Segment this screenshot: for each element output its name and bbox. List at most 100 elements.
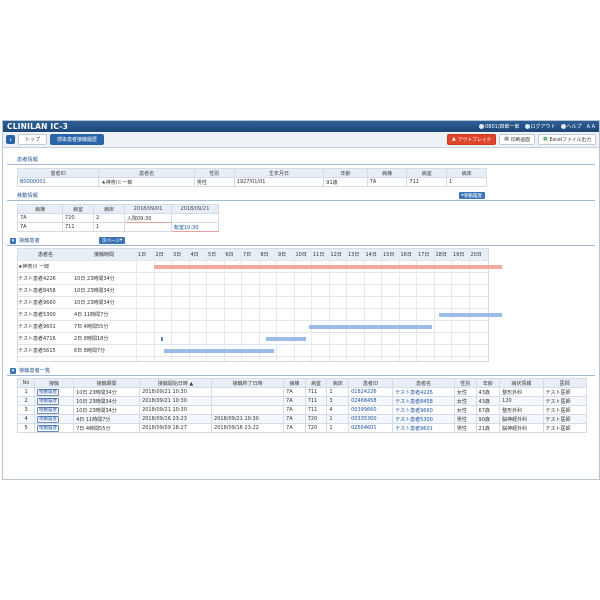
contact-history-button[interactable]: 接触履歴 bbox=[37, 397, 60, 405]
list-history-cell: 接触履歴 bbox=[34, 387, 75, 397]
move-bed: 2 bbox=[93, 213, 125, 223]
list-start: 2018/09/21 10:30 bbox=[139, 405, 213, 415]
breadcrumb-top[interactable]: トップ bbox=[18, 134, 48, 145]
gantt-duration: 2日 8時間18分 bbox=[74, 336, 109, 342]
gantt-patient-name: テスト患者9660 bbox=[18, 300, 56, 306]
next-page-button[interactable]: 次ページ ▾ bbox=[99, 237, 126, 244]
list-room: 711 bbox=[304, 396, 328, 406]
list-row[interactable]: 5 接触履歴 7日 4時間55分 2018/09/09 18:27 2018/09/16… bbox=[16, 423, 588, 433]
list-condition: 脳神経外科 bbox=[499, 423, 544, 433]
gantt-day-label: 14日 bbox=[365, 252, 377, 258]
list-bed: 1 bbox=[326, 414, 350, 424]
list-patient-name[interactable]: テスト患者5300 bbox=[392, 414, 455, 424]
gantt-bar[interactable] bbox=[265, 337, 306, 341]
gantt-day-label: 19日 bbox=[453, 252, 465, 258]
gantt-day-label: 18日 bbox=[435, 252, 447, 258]
title-bar: CLINILAN IC-3 0801/四郎一郎 ログアウト ヘルプ A A bbox=[3, 121, 599, 132]
excel-export-button[interactable]: ▦ Excelファイル出力 bbox=[537, 134, 596, 145]
list-duration: 10日 23時間34分 bbox=[73, 387, 141, 397]
gantt-day-label: 7日 bbox=[243, 252, 252, 258]
patient-id[interactable]: B0000001 bbox=[16, 177, 100, 187]
collapse-icon[interactable]: ▾ bbox=[10, 237, 16, 244]
patient-row: B0000001 ★神奈川 一郎 男性 1927/01/01 91歳 7A 71… bbox=[16, 177, 487, 187]
list-patient-name[interactable]: テスト患者9660 bbox=[392, 405, 455, 415]
list-row[interactable]: 1 接触履歴 10日 23時間34分 2018/09/21 10:30 7A 711 1 01… bbox=[16, 387, 588, 397]
list-age: 21歳 bbox=[475, 423, 501, 433]
col-bed: 病床 bbox=[446, 168, 487, 178]
gantt-bar[interactable] bbox=[153, 265, 502, 269]
list-section-header: ▾ 接触患者一覧 bbox=[7, 366, 595, 376]
list-start: 2018/09/21 10:30 bbox=[139, 387, 213, 397]
move-history-button[interactable]: ▸ 移動履歴 bbox=[458, 192, 485, 199]
list-patient-id[interactable]: 00335300 bbox=[348, 414, 394, 424]
gantt-duration: 10日 23時間34分 bbox=[74, 276, 115, 282]
gantt-day-label: 20日 bbox=[470, 252, 482, 258]
gantt-duration: 7日 4時間55分 bbox=[74, 324, 109, 330]
list-col-header: 年齢 bbox=[475, 378, 501, 388]
move-col-date-2: 2018/09/21 bbox=[171, 204, 219, 214]
list-row[interactable]: 4 接触履歴 4日 11時間7分 2018/09/16 23:23 2018/09/21… bbox=[16, 414, 588, 424]
list-ward: 7A bbox=[283, 396, 306, 406]
print-button[interactable]: ▤ 印刷画面 bbox=[499, 134, 535, 145]
move-col-date-1: 2018/09/01 bbox=[124, 204, 172, 214]
list-patient-id[interactable]: 01824226 bbox=[348, 387, 394, 397]
move-event bbox=[124, 222, 172, 232]
list-ward: 7A bbox=[283, 423, 306, 433]
list-history-cell: 接触履歴 bbox=[34, 405, 75, 415]
back-button[interactable]: ‹ bbox=[6, 135, 15, 144]
list-duration: 10日 23時間34分 bbox=[73, 405, 141, 415]
list-col-header: 病状情報 bbox=[499, 378, 544, 388]
patient-sex: 男性 bbox=[193, 177, 235, 187]
list-patient-id[interactable]: 02564601 bbox=[348, 423, 394, 433]
list-doctor: テスト医師 bbox=[542, 405, 588, 415]
list-row[interactable]: 3 接触履歴 10日 23時間34分 2018/09/21 10:30 7A 711 4 00… bbox=[16, 405, 588, 415]
move-room: 720 bbox=[62, 213, 94, 223]
col-room: 病室 bbox=[406, 168, 448, 178]
gantt-day-label: 9日 bbox=[278, 252, 287, 258]
col-patient-name: 患者名 bbox=[98, 168, 195, 178]
list-patient-name[interactable]: テスト患者9601 bbox=[392, 423, 455, 433]
move-room: 711 bbox=[62, 222, 94, 232]
contact-history-button[interactable]: 接触履歴 bbox=[37, 424, 60, 432]
caret-down-icon: ▾ bbox=[119, 238, 123, 243]
list-col-header[interactable]: 接触開始日時 ▲ bbox=[139, 378, 213, 388]
list-patient-id[interactable]: 00399660 bbox=[348, 405, 394, 415]
contact-history-button[interactable]: 接触履歴 bbox=[37, 415, 60, 423]
list-doctor: テスト医師 bbox=[542, 387, 588, 397]
move-col-room: 病室 bbox=[62, 204, 94, 214]
gantt-row: ★神奈川 一郎 bbox=[18, 261, 502, 273]
list-col-header: 病床 bbox=[326, 378, 350, 388]
user-menu[interactable]: 0801/四郎一郎 bbox=[479, 123, 520, 130]
gantt-day-label: 5日 bbox=[208, 252, 217, 258]
gantt-row: テスト患者4226 10日 23時間34分 bbox=[18, 273, 488, 285]
list-room: 711 bbox=[304, 387, 328, 397]
contact-list-table: No 接触 接触期間 接触開始日時 ▲ 接触終了日時 病棟 病室 病床 患者ID 患者名 性別 年齢病… bbox=[16, 378, 588, 433]
contact-history-button[interactable]: 接触履歴 bbox=[37, 388, 60, 396]
list-patient-id[interactable]: 02468458 bbox=[348, 396, 394, 406]
patient-bed: 1 bbox=[446, 177, 487, 187]
list-patient-name[interactable]: テスト患者8458 bbox=[392, 396, 455, 406]
gantt-row: テスト患者5615 6日 8時間7分 bbox=[18, 345, 488, 357]
contact-history-button[interactable]: 接触履歴 bbox=[37, 406, 60, 414]
gantt-bar[interactable] bbox=[438, 313, 502, 317]
list-condition: 整形外科 bbox=[499, 405, 544, 415]
move-table: 病棟 病室 病床 2018/09/01 2018/09/21 7A 720 2 … bbox=[17, 204, 219, 232]
list-patient-name[interactable]: テスト患者4226 bbox=[392, 387, 455, 397]
gantt-row: テスト患者8458 10日 23時間34分 bbox=[18, 285, 488, 297]
collapse-icon[interactable]: ▾ bbox=[10, 367, 16, 374]
gantt-row: テスト患者5300 4日 11時間7分 bbox=[18, 309, 502, 321]
gantt-patient-name: テスト患者4716 bbox=[18, 336, 56, 342]
gantt-day-label: 15日 bbox=[383, 252, 395, 258]
gantt-bar[interactable] bbox=[309, 325, 432, 329]
list-row[interactable]: 2 接触履歴 10日 23時間34分 2018/09/21 10:30 7A 711 3 02… bbox=[16, 396, 588, 406]
gantt-day-label: 11日 bbox=[313, 252, 325, 258]
logout-link[interactable]: ログアウト bbox=[524, 123, 556, 130]
outbreak-button[interactable]: ▲ アウトブレイク bbox=[447, 134, 497, 145]
list-duration: 10日 23時間34分 bbox=[73, 396, 141, 406]
list-start: 2018/09/16 23:23 bbox=[139, 414, 213, 424]
move-event-transfer: 転室10:30 bbox=[171, 222, 219, 232]
font-size-toggle[interactable]: A A bbox=[587, 124, 595, 130]
move-header-row: 病棟 病室 病床 2018/09/01 2018/09/21 bbox=[17, 204, 219, 214]
help-link[interactable]: ヘルプ bbox=[560, 123, 582, 130]
gantt-bar[interactable] bbox=[164, 349, 275, 353]
